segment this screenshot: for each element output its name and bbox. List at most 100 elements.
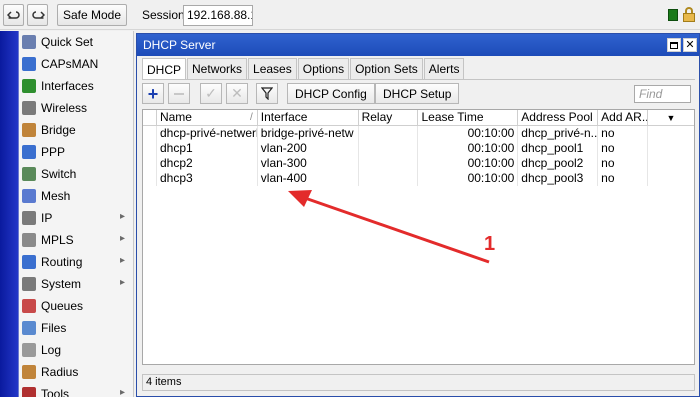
cell-lease: 00:10:00 [418, 126, 519, 141]
dhcp-config-button[interactable]: DHCP Config [287, 83, 375, 104]
menu-item-label: Files [41, 321, 67, 335]
table-row[interactable]: dhcp1 vlan-200 00:10:00 dhcp_pool1 no [143, 141, 694, 156]
tab-dhcp[interactable]: DHCP [142, 58, 187, 80]
menu-item-queues[interactable]: Queues [19, 295, 133, 317]
tab-option-sets[interactable]: Option Sets [350, 58, 423, 79]
menu-item-quick-set[interactable]: Quick Set [19, 31, 133, 53]
menu-item-system[interactable]: System ▸ [19, 273, 133, 295]
menu-item-ppp[interactable]: PPP [19, 141, 133, 163]
menu-item-interfaces[interactable]: Interfaces [19, 75, 133, 97]
table-row[interactable]: dhcp3 vlan-400 00:10:00 dhcp_pool3 no [143, 171, 694, 186]
menu-item-switch[interactable]: Switch [19, 163, 133, 185]
cell-pool: dhcp_pool1 [518, 141, 599, 156]
menu-item-label: Routing [41, 255, 83, 269]
action-toolbar: + ✓ ✕ DHCP Config DHCP Setup Find [142, 82, 695, 106]
menu-item-label: Radius [41, 365, 79, 379]
menu-item-label: Queues [41, 299, 84, 313]
redo-button[interactable] [27, 4, 48, 26]
menu-item-routing[interactable]: Routing ▸ [19, 251, 133, 273]
interfaces-icon [22, 79, 36, 93]
chevron-down-icon: ▼ [666, 113, 676, 123]
column-header-interface[interactable]: Interface [258, 110, 359, 126]
system-icon [22, 277, 36, 291]
cell-name: dhcp1 [157, 141, 258, 156]
menu-item-log[interactable]: Log [19, 339, 133, 361]
ppp-icon [22, 145, 36, 159]
find-input[interactable]: Find [634, 85, 691, 103]
window-title-bar[interactable]: DHCP Server ✕ [137, 34, 699, 56]
enable-button[interactable]: ✓ [200, 83, 222, 104]
cell-add-arp: no [598, 126, 649, 141]
column-header-add-arp[interactable]: Add AR... [598, 110, 649, 126]
tab-bar: DHCP Networks Leases Options Option Sets Aler… [142, 58, 465, 80]
cell-lease: 00:10:00 [418, 156, 519, 171]
table-row[interactable]: dhcp2 vlan-300 00:10:00 dhcp_pool2 no [143, 156, 694, 171]
wireless-icon [22, 101, 36, 115]
cell-lease: 00:10:00 [418, 141, 519, 156]
maximize-button[interactable] [667, 38, 681, 52]
row-marker [143, 156, 157, 171]
menu-item-capsman[interactable]: CAPsMAN [19, 53, 133, 75]
session-field[interactable]: 192.168.88.1 [183, 5, 253, 26]
submenu-arrow-icon: ▸ [119, 387, 125, 397]
close-icon: ✕ [685, 38, 695, 51]
main-menu: Quick Set CAPsMAN Interfaces Wireless Bridge… [19, 31, 134, 397]
quick-set-icon [22, 35, 36, 49]
tab-alerts[interactable]: Alerts [423, 58, 465, 79]
menu-item-mesh[interactable]: Mesh [19, 185, 133, 207]
dhcp-setup-button[interactable]: DHCP Setup [375, 83, 460, 104]
status-bar: 4 items [142, 374, 695, 391]
menu-item-wireless[interactable]: Wireless [19, 97, 133, 119]
undo-button[interactable] [3, 4, 24, 26]
row-marker [143, 171, 157, 186]
cell-add-arp: no [598, 171, 649, 186]
column-header-lease-time[interactable]: Lease Time [418, 110, 519, 126]
table-row[interactable]: dhcp-privé-netwerk bridge-privé-netw 00:10… [143, 126, 694, 141]
tab-options[interactable]: Options [297, 58, 350, 79]
menu-item-label: System [41, 277, 82, 291]
disable-button[interactable]: ✕ [226, 83, 248, 104]
cell-lease: 00:10:00 [418, 171, 519, 186]
check-icon: ✓ [205, 85, 217, 101]
menu-item-label: Switch [41, 167, 77, 181]
lock-icon [683, 7, 695, 23]
menu-item-files[interactable]: Files [19, 317, 133, 339]
cell-relay [359, 126, 419, 141]
column-header-name[interactable]: Name / [157, 110, 258, 126]
cell-name: dhcp-privé-netwerk [157, 126, 258, 141]
cell-pool: dhcp_privé-n... [518, 126, 599, 141]
cell-add-arp: no [598, 141, 649, 156]
cell-relay [359, 156, 419, 171]
filter-button[interactable] [256, 83, 278, 104]
column-header-address-pool[interactable]: Address Pool [518, 110, 599, 126]
plus-icon: + [147, 83, 159, 104]
tab-leases[interactable]: Leases [248, 58, 297, 79]
maximize-icon [670, 41, 678, 49]
redo-icon [31, 11, 45, 19]
column-header-relay[interactable]: Relay [359, 110, 419, 126]
menu-item-ip[interactable]: IP ▸ [19, 207, 133, 229]
menu-item-tools[interactable]: Tools ▸ [19, 383, 133, 397]
mesh-icon [22, 189, 36, 203]
dhcp-server-table: Name / Interface Relay Lease Time Address… [142, 109, 695, 365]
bridge-icon [22, 123, 36, 137]
connection-status-indicator [668, 9, 678, 21]
tab-networks[interactable]: Networks [187, 58, 248, 79]
cell-spacer [648, 171, 694, 186]
safe-mode-button[interactable]: Safe Mode [57, 4, 127, 26]
column-menu-button[interactable]: ▼ [648, 110, 694, 126]
files-icon [22, 321, 36, 335]
close-button[interactable]: ✕ [683, 38, 697, 52]
menu-item-label: Bridge [41, 123, 76, 137]
remove-button[interactable] [168, 83, 190, 104]
cell-spacer [648, 126, 694, 141]
menu-item-mpls[interactable]: MPLS ▸ [19, 229, 133, 251]
tab-divider [142, 79, 695, 80]
menu-item-radius[interactable]: Radius [19, 361, 133, 383]
window-title: DHCP Server [143, 38, 216, 52]
cell-relay [359, 141, 419, 156]
tools-icon [22, 387, 36, 397]
menu-item-bridge[interactable]: Bridge [19, 119, 133, 141]
menu-item-label: CAPsMAN [41, 57, 99, 71]
add-button[interactable]: + [142, 83, 164, 104]
